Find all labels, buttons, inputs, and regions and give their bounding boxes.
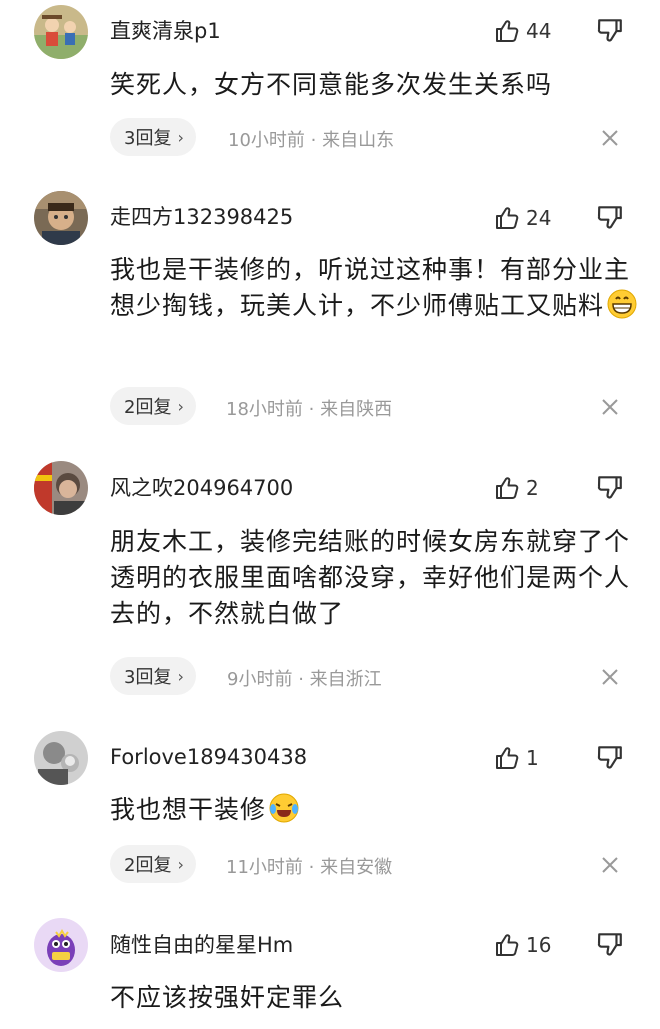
dislike-button[interactable] — [596, 930, 626, 960]
comment-text-content: 笑死人，女方不同意能多次发生关系吗 — [110, 70, 553, 99]
close-icon — [602, 669, 618, 685]
comment-text-content: 朋友木工，装修完结账的时候女房东就穿了个透明的衣服里面啥都没穿，幸好他们是两个人… — [110, 527, 631, 628]
replies-count: 3回复 — [124, 128, 172, 149]
replies-button[interactable]: 3回复 › — [110, 657, 196, 695]
comment-text-content: 我也是干装修的，听说过这种事！有部分业主想少掏钱，玩美人计，不少师傅贴工又贴料 — [110, 255, 631, 320]
user-avatar[interactable] — [34, 731, 88, 785]
grinning-emoji-icon — [606, 288, 638, 320]
comment-time: 11小时前 — [226, 857, 303, 878]
thumbs-up-icon — [496, 207, 519, 229]
avatar-cartoon-kids-icon — [34, 5, 88, 59]
close-icon — [602, 857, 618, 873]
comment-time: 10小时前 — [228, 130, 305, 151]
comment-username[interactable]: 风之吹204964700 — [110, 474, 293, 502]
thumbs-up-icon — [496, 747, 519, 769]
replies-count: 3回复 — [124, 667, 172, 688]
chevron-right-icon: › — [177, 666, 184, 686]
thumbs-down-icon — [597, 19, 622, 42]
like-button[interactable]: 44 — [494, 16, 551, 46]
like-button[interactable]: 1 — [494, 743, 539, 773]
dislike-button[interactable] — [596, 203, 626, 233]
replies-count: 2回复 — [124, 397, 172, 418]
comment-meta: 18小时前 · 来自陕西 — [226, 395, 392, 421]
replies-button[interactable]: 2回复 › — [110, 845, 196, 883]
comment-username[interactable]: 直爽清泉p1 — [110, 17, 221, 45]
dismiss-button[interactable] — [600, 128, 620, 148]
dismiss-button[interactable] — [600, 397, 620, 417]
thumbs-up-icon — [496, 20, 519, 42]
meta-separator: · — [308, 399, 315, 420]
comment-location: 来自山东 — [322, 130, 395, 151]
chevron-right-icon: › — [177, 396, 184, 416]
comment-location: 来自陕西 — [320, 399, 393, 420]
like-button[interactable]: 2 — [494, 473, 539, 503]
comment-text: 笑死人，女方不同意能多次发生关系吗 — [110, 67, 640, 103]
avatar-grayscale-photo-icon — [34, 731, 88, 785]
avatar-man-photo-icon — [34, 191, 88, 245]
comment-location: 来自浙江 — [309, 669, 382, 690]
replies-button[interactable]: 2回复 › — [110, 387, 196, 425]
comment-time: 9小时前 — [227, 669, 293, 690]
dismiss-button[interactable] — [600, 855, 620, 875]
like-count: 1 — [526, 746, 539, 770]
comment-username[interactable]: 随性自由的星星Hm — [110, 931, 293, 959]
comment-meta: 11小时前 · 来自安徽 — [226, 853, 392, 879]
thumbs-up-icon — [496, 934, 519, 956]
close-icon — [602, 130, 618, 146]
like-count: 2 — [526, 476, 539, 500]
thumbs-up-icon — [496, 477, 519, 499]
replies-count: 2回复 — [124, 855, 172, 876]
meta-separator: · — [308, 857, 315, 878]
close-icon — [602, 399, 618, 415]
comment-text: 不应该按强奸定罪么 — [110, 980, 640, 1016]
user-avatar[interactable] — [34, 191, 88, 245]
dislike-button[interactable] — [596, 16, 626, 46]
dislike-button[interactable] — [596, 473, 626, 503]
dismiss-button[interactable] — [600, 667, 620, 687]
chevron-right-icon: › — [177, 854, 184, 874]
thumbs-down-icon — [597, 476, 622, 499]
user-avatar[interactable] — [34, 918, 88, 972]
like-count: 24 — [526, 206, 552, 230]
like-count: 44 — [526, 19, 552, 43]
replies-button[interactable]: 3回复 › — [110, 118, 196, 156]
comment-time: 18小时前 — [226, 399, 303, 420]
like-button[interactable]: 16 — [494, 930, 551, 960]
thumbs-down-icon — [597, 933, 622, 956]
user-avatar[interactable] — [34, 5, 88, 59]
comment-text: 我也是干装修的，听说过这种事！有部分业主想少掏钱，玩美人计，不少师傅贴工又贴料 — [110, 252, 640, 324]
like-count: 16 — [526, 933, 552, 957]
comment-text: 我也想干装修 — [110, 792, 640, 828]
thumbs-down-icon — [597, 206, 622, 229]
thumbs-down-icon — [597, 746, 622, 769]
crying-laughing-emoji-icon — [268, 792, 300, 824]
user-avatar[interactable] — [34, 461, 88, 515]
comment-location: 来自安徽 — [320, 857, 393, 878]
comment-username[interactable]: 走四方132398425 — [110, 203, 293, 231]
comment-text-content: 不应该按强奸定罪么 — [110, 983, 345, 1012]
comment-meta: 9小时前 · 来自浙江 — [227, 665, 382, 691]
avatar-purple-cartoon-icon — [34, 918, 88, 972]
avatar-person-photo-icon — [34, 461, 88, 515]
chevron-right-icon: › — [177, 127, 184, 147]
comment-text: 朋友木工，装修完结账的时候女房东就穿了个透明的衣服里面啥都没穿，幸好他们是两个人… — [110, 524, 640, 632]
like-button[interactable]: 24 — [494, 203, 551, 233]
comment-username[interactable]: Forlove189430438 — [110, 743, 307, 771]
meta-separator: · — [298, 669, 304, 690]
meta-separator: · — [310, 130, 317, 151]
dislike-button[interactable] — [596, 743, 626, 773]
comment-text-content: 我也想干装修 — [110, 795, 267, 824]
comment-meta: 10小时前 · 来自山东 — [228, 126, 394, 152]
